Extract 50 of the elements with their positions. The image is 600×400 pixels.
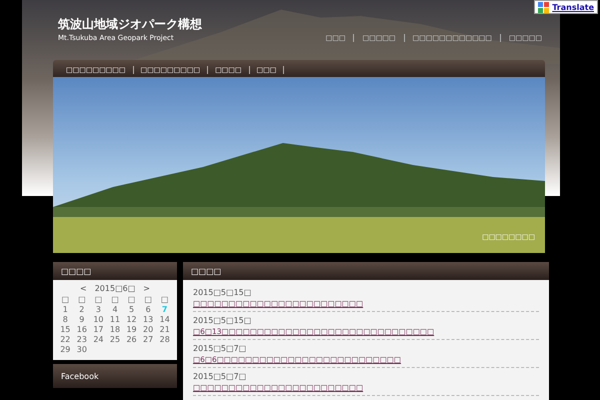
calendar-day: 3 <box>90 305 107 314</box>
calendar-day: 22 <box>57 335 74 344</box>
news-heading: □□□□ <box>183 262 549 280</box>
calendar-day: 27 <box>140 335 156 344</box>
weekday-label: □ <box>77 295 87 304</box>
weekday-label: □ <box>60 295 70 304</box>
weekday-label: □ <box>94 295 104 304</box>
next-month-link[interactable]: > <box>143 284 150 293</box>
calendar-day: 8 <box>57 315 74 324</box>
site-title[interactable]: 筑波山地域ジオパーク構想 <box>58 16 202 33</box>
calendar-day: 19 <box>123 325 140 334</box>
calendar-day: 24 <box>90 335 107 344</box>
calendar-day: 13 <box>140 315 156 324</box>
calendar-day: 5 <box>123 305 140 314</box>
calendar-day: 6 <box>140 305 156 314</box>
weekday-label: □ <box>126 295 136 304</box>
calendar-day: 20 <box>140 325 156 334</box>
calendar-day: 7 <box>156 305 173 314</box>
calendar-day: 1 <box>57 305 74 314</box>
widget-heading: □□□□ <box>53 262 177 280</box>
calendar-day: 9 <box>74 315 90 324</box>
calendar-day: 12 <box>123 315 140 324</box>
calendar-day: 4 <box>106 305 124 314</box>
calendar-day: 25 <box>106 335 124 344</box>
translate-button[interactable]: Translate <box>534 0 598 14</box>
calendar-day: 28 <box>156 335 173 344</box>
calendar-day: 2 <box>74 305 90 314</box>
calendar-day: 16 <box>74 325 90 334</box>
calendar-day: 11 <box>106 315 124 324</box>
calendar-day: 23 <box>74 335 90 344</box>
previous-month-link[interactable]: < <box>80 284 87 293</box>
weekday-label: □ <box>143 295 153 304</box>
calendar-day: 21 <box>156 325 173 334</box>
news-date: 2015□5□15□ <box>193 316 252 325</box>
widget-heading: Facebook <box>53 364 177 388</box>
weekday-label: □ <box>160 295 170 304</box>
google-icon <box>538 2 550 12</box>
news-date: 2015□5□15□ <box>193 288 252 297</box>
calendar-day: 14 <box>156 315 173 324</box>
calendar-day: 30 <box>74 345 90 354</box>
calendar-day: 29 <box>57 345 74 354</box>
calendar-day: 18 <box>106 325 124 334</box>
calendar-month: 2015□6□ <box>94 284 136 293</box>
calendar-day: 10 <box>90 315 107 324</box>
news-date: 2015□5□7□ <box>193 372 248 381</box>
calendar-day: 26 <box>123 335 140 344</box>
news-date: 2015□5□7□ <box>193 344 248 353</box>
calendar-day: 15 <box>57 325 74 334</box>
weekday-label: □ <box>110 295 120 304</box>
calendar-day: 17 <box>90 325 107 334</box>
